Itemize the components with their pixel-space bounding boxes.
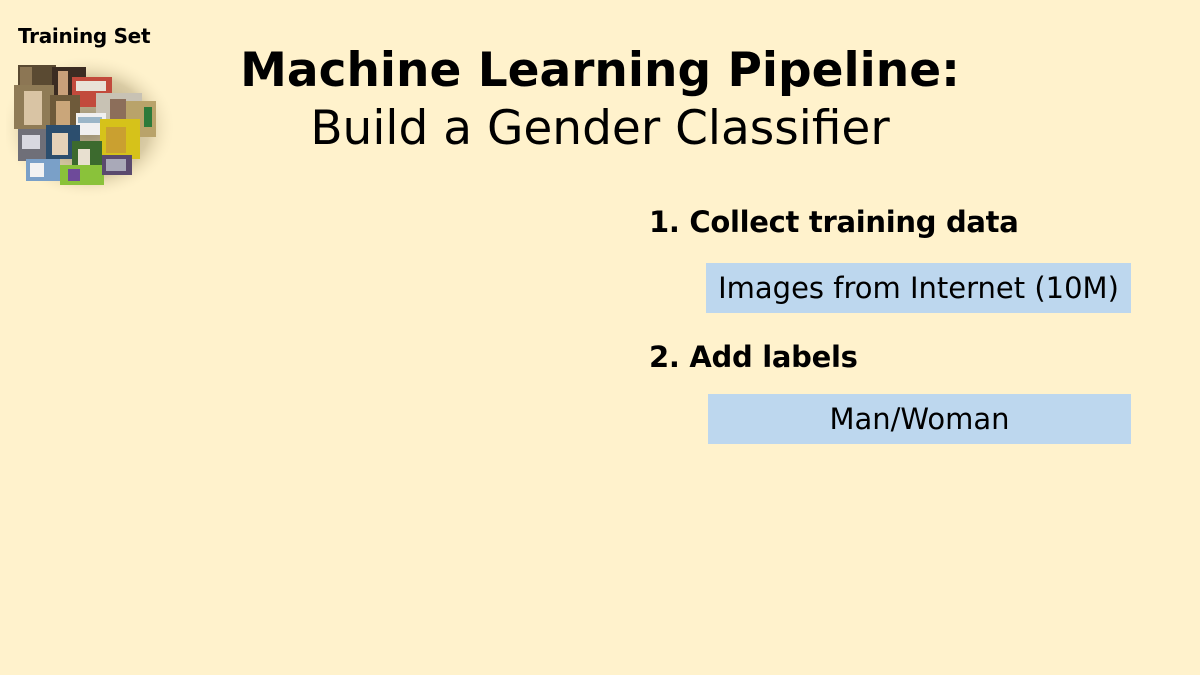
step-2-box: Man/Woman bbox=[708, 394, 1131, 444]
step-1-heading: 1. Collect training data bbox=[649, 205, 1019, 239]
step-2-heading: 2. Add labels bbox=[649, 340, 858, 374]
slide-title: Machine Learning Pipeline: Build a Gende… bbox=[0, 42, 1200, 158]
title-line-2: Build a Gender Classifier bbox=[310, 101, 890, 156]
step-1-box: Images from Internet (10M) bbox=[706, 263, 1131, 313]
title-line-1: Machine Learning Pipeline: bbox=[240, 43, 960, 98]
slide: Training Set Machine Learning Pipeline: … bbox=[0, 0, 1200, 675]
